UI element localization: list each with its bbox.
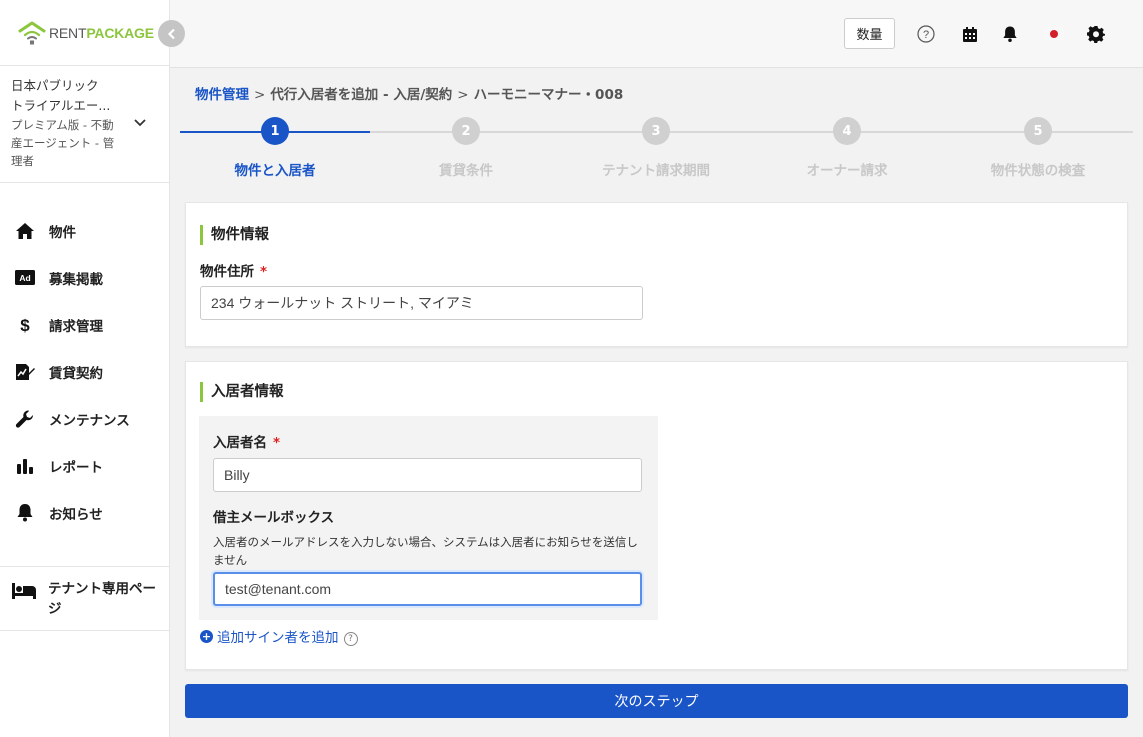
wrench-icon bbox=[14, 409, 36, 429]
sidebar-item-label: レポート bbox=[49, 459, 103, 476]
step-label: 賃貸条件 bbox=[439, 163, 493, 179]
step-label: 物件と入居者 bbox=[234, 163, 316, 179]
step-1[interactable]: 1 物件と入居者 bbox=[180, 117, 370, 179]
add-signer-link[interactable]: + 追加サイン者を追加 ? bbox=[200, 626, 358, 646]
sidebar-item-label: 募集掲載 bbox=[49, 271, 103, 288]
sidebar-item-label: お知らせ bbox=[49, 506, 103, 523]
breadcrumb: 物件管理 > 代行入居者を追加 - 入居/契約 > ハーモニーマナー・008 bbox=[195, 83, 623, 103]
step-number: 3 bbox=[642, 117, 670, 145]
tenant-email-label: 借主メールボックス bbox=[213, 510, 335, 526]
tenant-name-label: 入居者名 * bbox=[213, 435, 281, 451]
step-label: 物件状態の検査 bbox=[990, 163, 1086, 179]
step-5[interactable]: 5 物件状態の検査 bbox=[943, 117, 1133, 179]
chevron-down-icon[interactable] bbox=[133, 118, 147, 128]
sidebar-item-reports[interactable]: レポート bbox=[0, 442, 169, 489]
logo[interactable]: RENTPACKAGE bbox=[18, 20, 154, 46]
logo-area: RENTPACKAGE bbox=[0, 0, 169, 66]
sidebar-nav: 物件 Ad 募集掲載 $ 請求管理 賃貸契約 メンテナンス レポート お知らせ bbox=[0, 207, 169, 536]
breadcrumb-separator: > bbox=[254, 87, 266, 103]
help-icon[interactable]: ? bbox=[343, 632, 358, 646]
account-company: 日本パブリック bbox=[11, 78, 99, 93]
sidebar-item-tenant-page[interactable]: テナント専用ページ bbox=[0, 566, 170, 631]
svg-text:Ad: Ad bbox=[19, 273, 30, 283]
tenant-name-field[interactable]: Billy bbox=[213, 458, 642, 492]
account-plan: プレミアム版 - 不動産エージェント - 管理者 bbox=[11, 118, 115, 168]
required-mark: * bbox=[260, 264, 268, 280]
sidebar-item-label: 物件 bbox=[49, 224, 76, 241]
tenant-info-card: 入居者情報 入居者名 * Billy 借主メールボックス 入居者のメールアドレスを… bbox=[185, 361, 1128, 670]
step-3[interactable]: 3 テナント請求期間 bbox=[561, 117, 751, 179]
bar-chart-icon bbox=[14, 456, 36, 476]
sidebar-item-properties[interactable]: 物件 bbox=[0, 207, 169, 254]
svg-text:$: $ bbox=[20, 316, 30, 335]
breadcrumb-current: ハーモニーマナー・008 bbox=[473, 87, 624, 103]
sidebar-item-label: 賃貸契約 bbox=[49, 365, 103, 382]
next-step-button[interactable]: 次のステップ bbox=[185, 684, 1128, 718]
top-bar: 数量 ? bbox=[170, 0, 1143, 68]
step-number: 2 bbox=[452, 117, 480, 145]
sidebar-item-label: メンテナンス bbox=[49, 412, 130, 429]
email-hint-text: 入居者のメールアドレスを入力しない場合、システムは入居者にお知らせを送信しません bbox=[213, 535, 638, 567]
step-number: 5 bbox=[1024, 117, 1052, 145]
bell-icon bbox=[14, 503, 36, 523]
tenant-email-field[interactable]: test@tenant.com bbox=[213, 572, 642, 606]
property-info-card: 物件情報 物件住所 * 234 ウォールナット ストリート, マイアミ bbox=[185, 202, 1128, 347]
bed-icon bbox=[12, 583, 36, 630]
collapse-sidebar-button[interactable] bbox=[158, 20, 185, 47]
step-4[interactable]: 4 オーナー請求 bbox=[752, 117, 942, 179]
step-label: オーナー請求 bbox=[806, 163, 888, 179]
logo-rent-text: RENT bbox=[49, 25, 87, 41]
sidebar-item-listings[interactable]: Ad 募集掲載 bbox=[0, 254, 169, 301]
sidebar-item-label: 請求管理 bbox=[49, 318, 103, 335]
bell-icon[interactable] bbox=[1000, 24, 1020, 44]
property-address-field[interactable]: 234 ウォールナット ストリート, マイアミ bbox=[200, 286, 643, 320]
stepper: 1 物件と入居者 2 賃貸条件 3 テナント請求期間 4 オーナー請求 5 物件… bbox=[180, 117, 1133, 179]
help-icon[interactable]: ? bbox=[916, 24, 936, 44]
logo-package-text: PACKAGE bbox=[86, 25, 154, 41]
add-signer-label: 追加サイン者を追加 bbox=[217, 630, 339, 646]
step-2[interactable]: 2 賃貸条件 bbox=[371, 117, 561, 179]
dollar-icon: $ bbox=[14, 315, 36, 335]
gear-icon[interactable] bbox=[1086, 24, 1106, 44]
section-title: 入居者情報 bbox=[200, 382, 284, 402]
sidebar-item-label: テナント専用ページ bbox=[48, 581, 156, 617]
sidebar-item-maintenance[interactable]: メンテナンス bbox=[0, 395, 169, 442]
property-address-label: 物件住所 * bbox=[200, 264, 268, 280]
sidebar-item-leases[interactable]: 賃貸契約 bbox=[0, 348, 169, 395]
tenant-entry-box: 入居者名 * Billy 借主メールボックス 入居者のメールアドレスを入力しない場… bbox=[199, 416, 658, 620]
ad-icon: Ad bbox=[14, 268, 36, 288]
sidebar: RENTPACKAGE 日本パブリック トライアルエー... プレミアム版 - … bbox=[0, 0, 170, 737]
quantity-button[interactable]: 数量 bbox=[844, 18, 895, 49]
sidebar-item-notifications[interactable]: お知らせ bbox=[0, 489, 169, 536]
calendar-icon[interactable] bbox=[960, 24, 980, 44]
step-number: 4 bbox=[833, 117, 861, 145]
sidebar-item-billing[interactable]: $ 請求管理 bbox=[0, 301, 169, 348]
chevron-left-icon bbox=[167, 28, 175, 39]
account-switcher[interactable]: 日本パブリック トライアルエー... プレミアム版 - 不動産エージェント - … bbox=[0, 66, 169, 183]
plus-circle-icon: + bbox=[200, 629, 213, 643]
breadcrumb-separator: > bbox=[457, 87, 469, 103]
contract-icon bbox=[14, 362, 36, 382]
breadcrumb-middle: 代行入居者を追加 - 入居/契約 bbox=[270, 87, 453, 103]
section-title: 物件情報 bbox=[200, 225, 269, 245]
wifi-house-logo-icon bbox=[18, 21, 46, 45]
required-mark: * bbox=[273, 435, 281, 451]
account-trial: トライアルエー... bbox=[11, 98, 111, 113]
breadcrumb-root-link[interactable]: 物件管理 bbox=[195, 87, 249, 103]
step-number: 1 bbox=[261, 117, 289, 145]
svg-text:?: ? bbox=[923, 29, 929, 41]
home-icon bbox=[14, 221, 36, 241]
japan-flag-icon[interactable] bbox=[1044, 24, 1064, 44]
step-label: テナント請求期間 bbox=[602, 163, 710, 179]
